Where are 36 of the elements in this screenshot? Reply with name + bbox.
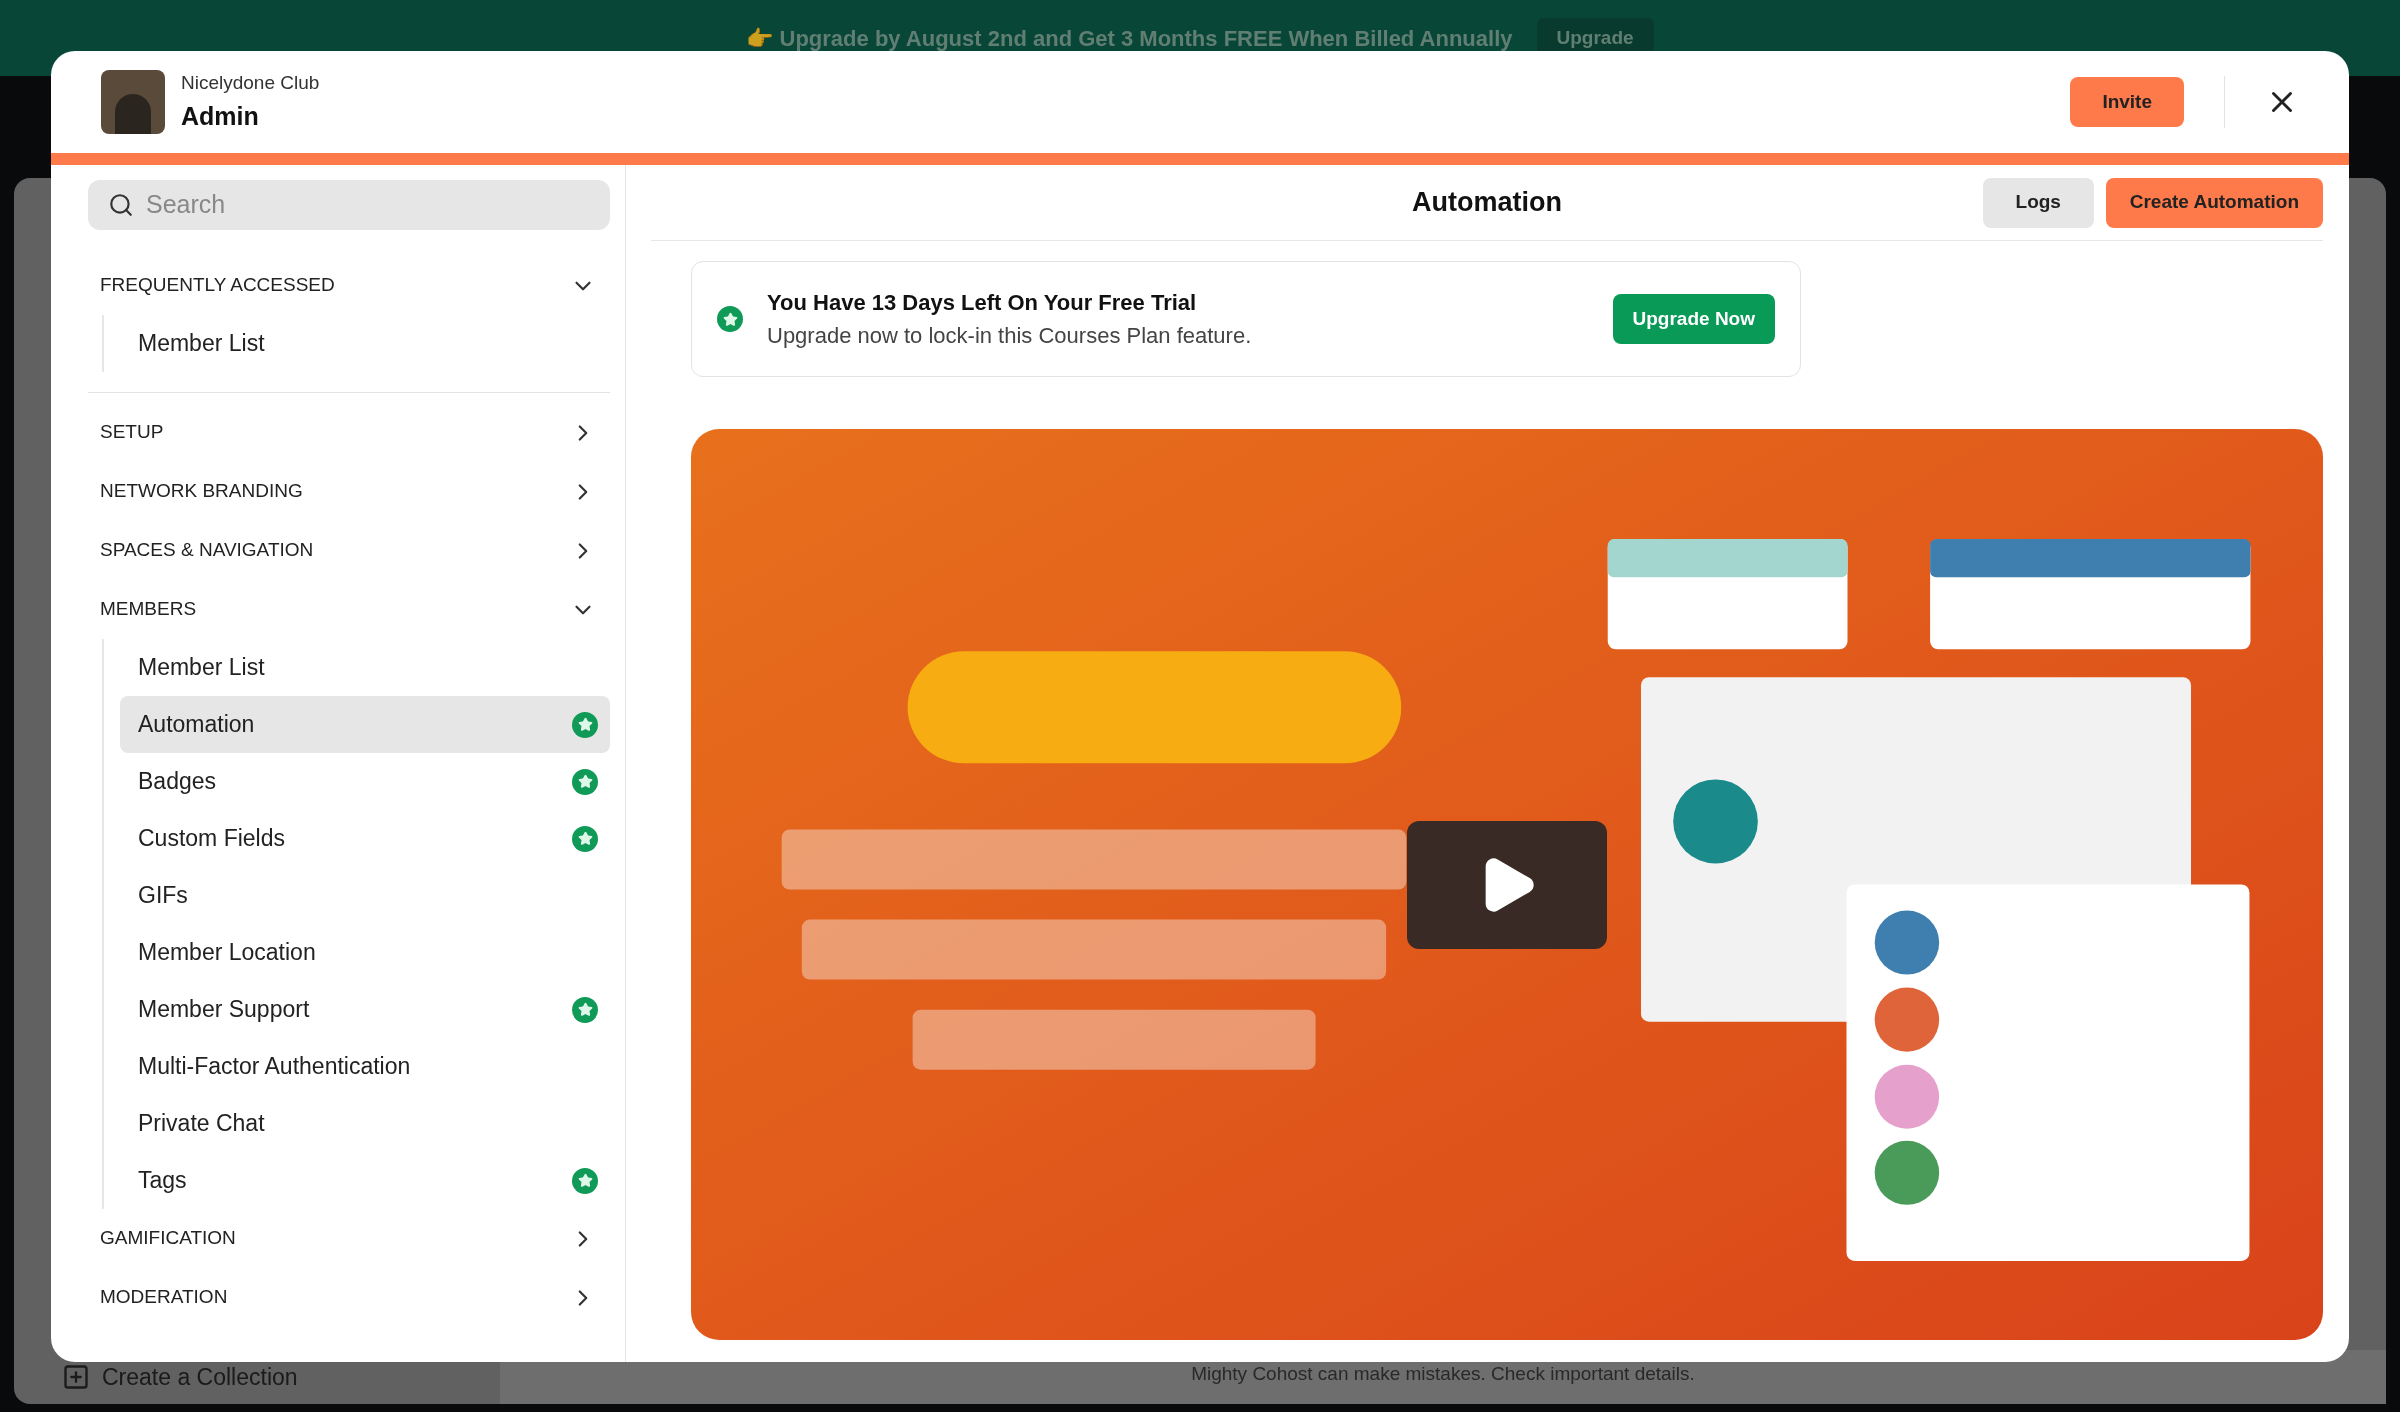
page-title: Automation (1412, 186, 1562, 220)
section-header[interactable]: SPACES & NAVIGATION (88, 521, 610, 580)
trial-text: Upgrade now to lock-in this Courses Plan feature. (767, 322, 1253, 350)
sidebar-item[interactable]: Tags (120, 1152, 610, 1209)
network-name: Nicelydone Club (181, 71, 321, 95)
invite-button[interactable]: Invite (2070, 77, 2184, 127)
club-avatar-icon (101, 70, 165, 134)
logs-button[interactable]: Logs (1982, 177, 2094, 228)
section-header[interactable]: MEMBERS (88, 580, 610, 639)
search-box[interactable]: Search (88, 180, 610, 230)
sidebar-item[interactable]: Member Support (120, 981, 610, 1038)
play-button[interactable] (1407, 820, 1607, 949)
star-badge-icon (717, 306, 743, 332)
disclaimer-text: Mighty Cohost can make mistakes. Check important details. (1191, 1362, 1695, 1386)
create-automation-button[interactable]: Create Automation (2105, 177, 2323, 228)
trial-title: You Have 13 Days Left On Your Free Trial (767, 289, 1198, 317)
sidebar-item[interactable]: Private Chat (120, 1095, 610, 1152)
sidebar-item[interactable]: Member List (120, 639, 610, 696)
sidebar-item[interactable]: Multi-Factor Authentication (120, 1038, 610, 1095)
sidebar-item[interactable]: Custom Fields (120, 810, 610, 867)
modal-title: Admin (181, 100, 260, 132)
search-field[interactable]: Search (146, 186, 590, 224)
upgrade-now-button[interactable]: Upgrade Now (1612, 294, 1775, 344)
banner-text: 👉 Upgrade by August 2nd and Get 3 Months FREE When Billed Annually (746, 24, 1513, 53)
sidebar-item[interactable]: Badges (120, 753, 610, 810)
add-collection-icon (62, 1363, 90, 1391)
search-icon (108, 192, 134, 218)
sidebar-item[interactable]: Member List (120, 315, 610, 372)
section-header[interactable]: MODERATION (88, 1268, 610, 1327)
sidebar-item[interactable]: Member Location (120, 924, 610, 981)
section-header[interactable]: SETUP (88, 403, 610, 462)
section-header[interactable]: GAMIFICATION (88, 1209, 610, 1268)
section-header[interactable]: NETWORK BRANDING (88, 462, 610, 521)
sidebar-item[interactable]: GIFs (120, 867, 610, 924)
section-header[interactable]: FREQUENTLY ACCESSED (88, 256, 610, 315)
sidebar-item[interactable]: Automation (120, 696, 610, 753)
